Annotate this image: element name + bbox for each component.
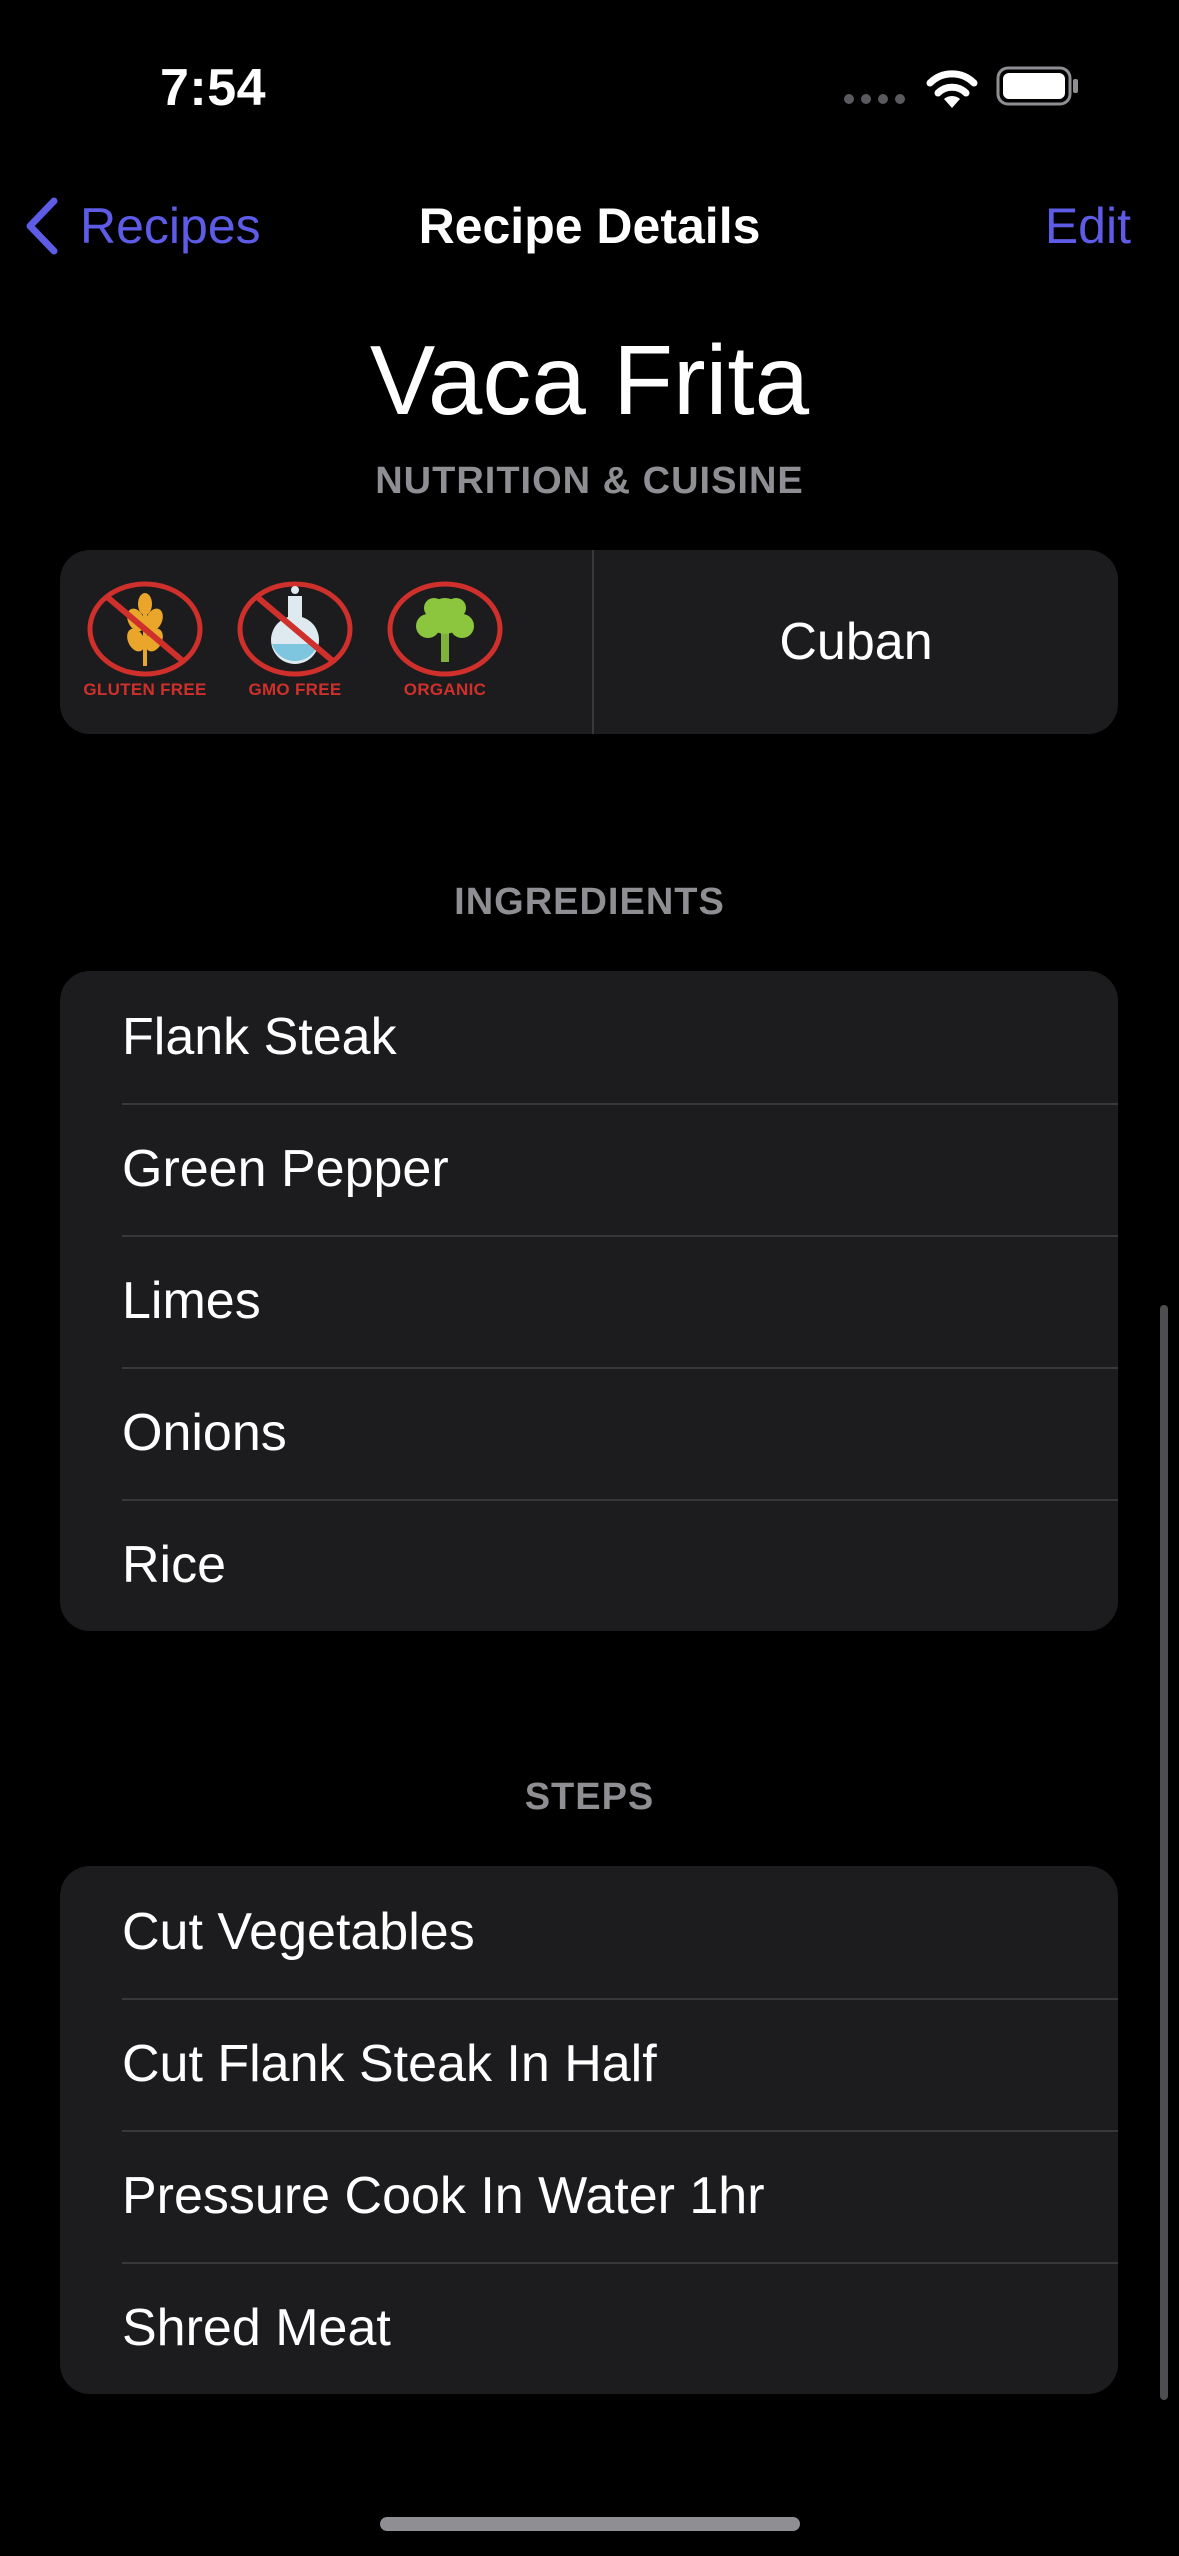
home-indicator[interactable] [380, 2517, 800, 2531]
organic-label: ORGANIC [403, 680, 487, 699]
step-row[interactable]: Cut Flank Steak In Half [60, 1998, 1118, 2130]
gmo-free-icon [237, 581, 353, 677]
organic-badge: ORGANIC [370, 580, 520, 700]
wifi-icon [924, 66, 980, 110]
cellular-signal-icon [844, 94, 906, 106]
step-row[interactable]: Pressure Cook In Water 1hr [60, 2130, 1118, 2262]
nutrition-section-header: NUTRITION & CUISINE [375, 460, 804, 502]
gluten-free-badge: GLUTEN FREE [70, 580, 220, 700]
step-row[interactable]: Shred Meat [60, 2262, 1118, 2394]
ingredient-row[interactable]: Limes [60, 1235, 1118, 1367]
organic-icon [387, 581, 503, 677]
cuisine-label: Cuban [779, 613, 933, 671]
diet-badges: GLUTEN FREE GMO FREE ORGANIC [60, 550, 594, 734]
ingredient-row[interactable]: Onions [60, 1367, 1118, 1499]
steps-list: Cut Vegetables Cut Flank Steak In Half P… [60, 1866, 1118, 2394]
battery-icon [996, 66, 1080, 106]
ingredient-row[interactable]: Flank Steak [60, 971, 1118, 1103]
gluten-free-icon [87, 581, 203, 677]
ingredient-row[interactable]: Green Pepper [60, 1103, 1118, 1235]
status-time: 7:54 [160, 59, 267, 117]
recipe-title: Vaca Frita [369, 325, 810, 435]
nav-title: Recipe Details [418, 198, 761, 254]
ingredient-row[interactable]: Rice [60, 1499, 1118, 1631]
gluten-free-label: GLUTEN FREE [83, 680, 207, 699]
nutrition-card: GLUTEN FREE GMO FREE ORGANIC Cuban [60, 550, 1118, 734]
steps-section-header: STEPS [524, 1776, 655, 1818]
step-row[interactable]: Cut Vegetables [60, 1866, 1118, 1998]
ingredients-section-header: INGREDIENTS [454, 881, 725, 923]
gmo-free-badge: GMO FREE [220, 580, 370, 700]
edit-button[interactable]: Edit [1045, 196, 1131, 256]
scrollbar[interactable] [1160, 1305, 1168, 2400]
ingredients-list: Flank Steak Green Pepper Limes Onions Ri… [60, 971, 1118, 1631]
gmo-free-label: GMO FREE [248, 680, 342, 699]
